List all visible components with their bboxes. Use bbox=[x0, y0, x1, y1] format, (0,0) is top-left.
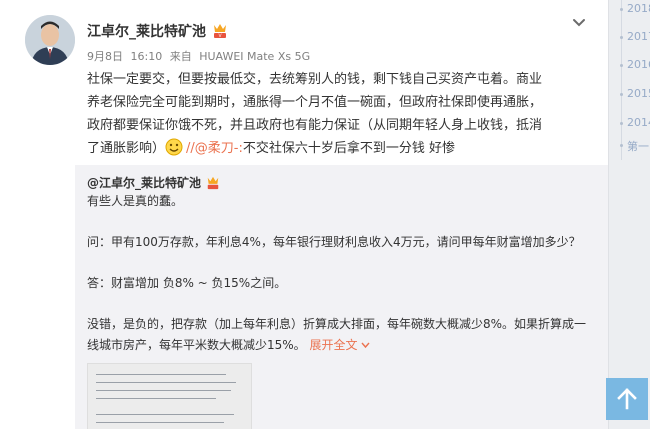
smile-emoji-icon bbox=[165, 138, 183, 156]
source-prefix: 来自 bbox=[169, 50, 192, 63]
timeline-first[interactable]: 第一 bbox=[620, 138, 649, 154]
avatar[interactable] bbox=[25, 15, 75, 65]
repost-text: 有些人是真的蠢。 问：甲有100万存款，年利息4%，每年银行理财利息收入4万元，… bbox=[87, 191, 599, 356]
expand-full-text-link[interactable]: 展开全文 bbox=[310, 338, 371, 352]
timeline-year[interactable]: 2015 bbox=[620, 87, 650, 100]
post-text-line: 养老保险完全可能到期时，通胀得一个月不值一碗面，但政府社保即使再通胀， bbox=[87, 95, 543, 110]
arrow-up-icon bbox=[617, 388, 637, 410]
chevron-down-icon bbox=[361, 342, 370, 349]
repost-author-name[interactable]: @江卓尔_莱比特矿池 bbox=[87, 174, 201, 191]
post-meta: 9月8日 16:10 来自 HUAWEI Mate Xs 5G bbox=[87, 48, 314, 64]
repost-paragraph-tail: 线城市房产，每年平米数大概减少15%。 bbox=[87, 338, 306, 352]
reposted-content: @江卓尔_莱比特矿池 有些人是真的蠢。 问：甲有100万存款，年利息4%，每年银… bbox=[75, 165, 608, 429]
post-text-segment: 了通胀影响） bbox=[87, 141, 166, 156]
weibo-card: 江卓尔_莱比特矿池 V 9月8日 16:10 来自 HUAWEI Mate Xs… bbox=[0, 0, 608, 429]
post-text-line-last: 了通胀影响） //@柔刀-:不交社保六十岁后拿不到一分钱 好惨 bbox=[87, 137, 597, 160]
repost-answer: 答：财富增加 负8% ~ 负15%之间。 bbox=[87, 276, 287, 290]
year-timeline: 2018 2017 2016 2015 2014 第一 bbox=[608, 0, 650, 429]
vip-badge-icon[interactable]: V bbox=[211, 23, 229, 39]
post-text-tail: 不交社保六十岁后拿不到一分钱 好惨 bbox=[242, 141, 455, 156]
timeline-year[interactable]: 2018 bbox=[620, 2, 650, 15]
repost-paragraph-line: 线城市房产，每年平米数大概减少15%。 展开全文 bbox=[87, 335, 599, 356]
repost-paragraph-line: 没错，是负的，把存款（加上每年利息）折算成大排面，每年碗数大概减少8%。如果折算… bbox=[87, 317, 587, 331]
mention-link[interactable]: //@柔刀-: bbox=[186, 141, 243, 156]
chevron-down-icon[interactable] bbox=[570, 14, 588, 32]
post-author-name[interactable]: 江卓尔_莱比特矿池 bbox=[87, 21, 206, 41]
timeline-year[interactable]: 2014 bbox=[620, 116, 650, 129]
post-text-line: 社保一定要交，但要按最低交，去统筹别人的钱，剩下钱自己买资产屯着。商业 bbox=[87, 72, 543, 87]
expand-label: 展开全文 bbox=[309, 338, 358, 352]
post-time: 16:10 bbox=[130, 50, 163, 63]
vip-badge-icon[interactable] bbox=[205, 175, 221, 190]
image-thumbnail[interactable] bbox=[87, 363, 252, 429]
timeline-year[interactable]: 2017 bbox=[620, 30, 650, 43]
post-author-row: 江卓尔_莱比特矿池 V bbox=[87, 21, 229, 41]
post-text: 社保一定要交，但要按最低交，去统筹别人的钱，剩下钱自己买资产屯着。商业 养老保险… bbox=[87, 68, 597, 160]
back-to-top-button[interactable] bbox=[606, 378, 648, 420]
timeline-year[interactable]: 2016 bbox=[620, 58, 650, 71]
post-device: HUAWEI Mate Xs 5G bbox=[199, 50, 311, 63]
repost-author-row: @江卓尔_莱比特矿池 bbox=[87, 173, 221, 191]
repost-line: 有些人是真的蠢。 bbox=[87, 194, 184, 208]
post-text-line: 政府都要保证你饿不死，并且政府也有能力保证（从同期年轻人身上收钱，抵消 bbox=[87, 118, 543, 133]
post-date[interactable]: 9月8日 bbox=[87, 50, 123, 63]
repost-question: 问：甲有100万存款，年利息4%，每年银行理财利息收入4万元，请问甲每年财富增加… bbox=[87, 235, 581, 249]
